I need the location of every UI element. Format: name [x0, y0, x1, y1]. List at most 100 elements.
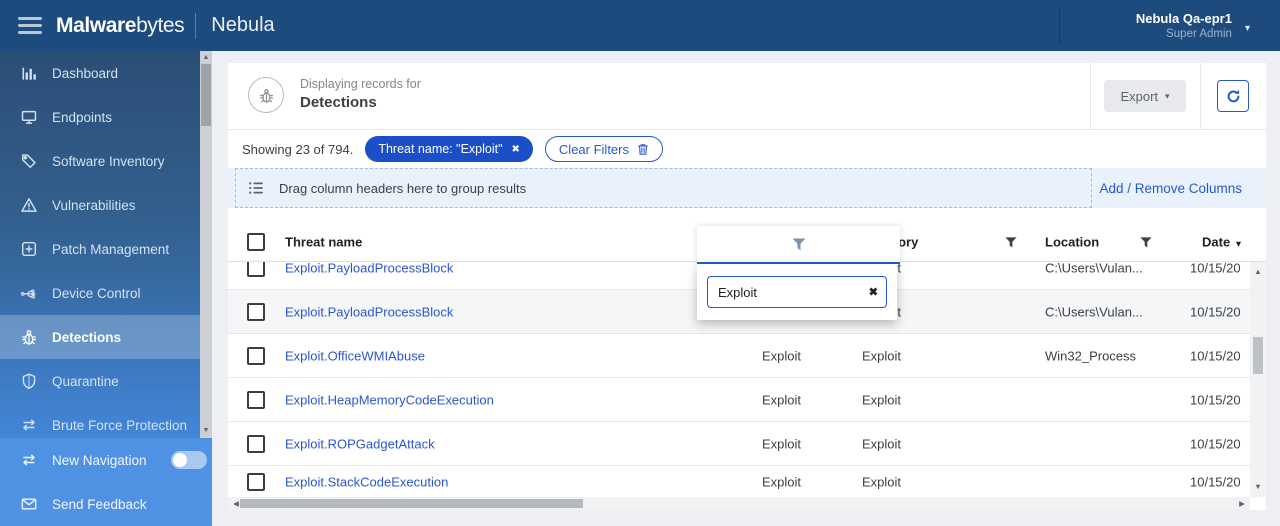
sidebar-item-send-feedback[interactable]: Send Feedback	[0, 482, 212, 526]
user-role: Super Admin	[1166, 27, 1232, 40]
scroll-down-arrow[interactable]: ▼	[1250, 480, 1266, 494]
group-drop-zone[interactable]: Drag column headers here to group result…	[235, 168, 1092, 208]
type-cell: Exploit	[762, 392, 802, 407]
refresh-button[interactable]	[1217, 80, 1249, 112]
sidebar-item-label: Brute Force Protection	[52, 417, 188, 433]
sidebar-nav: Dashboard Endpoints Software Inventory V…	[0, 51, 200, 438]
chevron-down-icon: ▾	[1244, 23, 1250, 34]
sidebar-item-device-control[interactable]: Device Control	[0, 271, 200, 315]
scrollbar-corner	[1250, 497, 1266, 510]
page-subtitle: Displaying records for	[300, 77, 421, 91]
date-cell: 10/15/20	[1190, 262, 1241, 276]
sidebar-item-endpoints[interactable]: Endpoints	[0, 95, 200, 139]
sidebar-item-new-navigation[interactable]: New Navigation	[0, 438, 212, 482]
scroll-down-arrow[interactable]: ▼	[200, 425, 212, 437]
active-filter-header-cell[interactable]	[697, 226, 900, 264]
threat-name-link[interactable]: Exploit.StackCodeExecution	[285, 474, 448, 489]
sidebar-item-label: Send Feedback	[52, 496, 147, 512]
type-cell: Exploit	[762, 348, 802, 363]
scroll-up-arrow[interactable]: ▲	[200, 52, 212, 64]
table-vertical-scrollbar[interactable]: ▲ ▼	[1250, 262, 1266, 497]
add-remove-columns-link[interactable]: Add / Remove Columns	[1099, 168, 1242, 208]
filter-summary-row: Showing 23 of 794. Threat name: "Exploit…	[228, 130, 1266, 168]
swap-arrows-icon	[23, 454, 35, 466]
column-header-date[interactable]: Date ▾	[1202, 234, 1241, 249]
threat-name-link[interactable]: Exploit.HeapMemoryCodeExecution	[285, 392, 494, 407]
user-divider	[1058, 6, 1060, 45]
sidebar-item-patch-management[interactable]: Patch Management	[0, 227, 200, 271]
card-header: Displaying records for Detections Export…	[228, 63, 1266, 130]
row-checkbox[interactable]	[247, 302, 265, 321]
clear-input-icon[interactable]: ✖	[869, 286, 878, 299]
threat-name-link[interactable]: Exploit.PayloadProcessBlock	[285, 304, 453, 319]
category-filter-icon[interactable]	[1005, 237, 1017, 248]
menu-icon[interactable]	[18, 17, 42, 34]
sidebar-item-label: Software Inventory	[52, 153, 165, 169]
threat-name-link[interactable]: Exploit.PayloadProcessBlock	[285, 262, 453, 276]
select-all-checkbox[interactable]	[247, 232, 265, 251]
sidebar-item-label: Endpoints	[52, 109, 113, 125]
scroll-right-arrow[interactable]: ▶	[1235, 497, 1249, 510]
bug-icon	[22, 330, 36, 345]
brand-logo-bold: Malware	[56, 13, 137, 37]
clear-filters-button[interactable]: Clear Filters	[544, 136, 663, 162]
export-button[interactable]: Export ▾	[1104, 80, 1186, 112]
export-label: Export	[1120, 88, 1159, 104]
filter-funnel-icon	[791, 238, 806, 250]
table-horizontal-scrollbar[interactable]: ◀ ▶	[228, 497, 1250, 510]
app-name: Nebula	[211, 14, 275, 36]
location-cell: C:\Users\Vulan...	[1045, 304, 1143, 319]
brand-logo: Malwarebytes	[56, 13, 185, 38]
type-cell: Exploit	[762, 436, 802, 451]
monitor-icon	[21, 110, 37, 124]
row-checkbox[interactable]	[247, 434, 265, 453]
scroll-up-arrow[interactable]: ▲	[1250, 265, 1266, 279]
date-cell: 10/15/20	[1190, 474, 1241, 489]
clear-filters-label: Clear Filters	[558, 141, 629, 157]
location-filter-icon[interactable]	[1140, 237, 1152, 248]
filter-chip-label: Threat name: "Exploit"	[378, 142, 503, 156]
sidebar-item-vulnerabilities[interactable]: Vulnerabilities	[0, 183, 200, 227]
tag-icon	[21, 154, 36, 169]
sidebar-item-software-inventory[interactable]: Software Inventory	[0, 139, 200, 183]
category-cell: Exploit	[862, 392, 902, 407]
sidebar-item-label: Patch Management	[52, 241, 170, 257]
row-checkbox[interactable]	[247, 262, 265, 277]
chevron-down-icon: ▾	[1165, 90, 1170, 101]
category-cell: Exploit	[862, 436, 902, 451]
table-row[interactable]: Exploit.StackCodeExecution Exploit Explo…	[228, 466, 1250, 497]
type-cell: Exploit	[762, 474, 802, 489]
user-menu[interactable]: Nebula Qa-epr1 Super Admin ▾	[1136, 11, 1250, 41]
sidebar-item-label: New Navigation	[52, 452, 147, 468]
sidebar-item-brute-force-protection[interactable]: Brute Force Protection	[0, 403, 200, 438]
row-checkbox[interactable]	[247, 390, 265, 409]
sidebar-item-quarantine[interactable]: Quarantine	[0, 359, 200, 403]
sidebar-item-detections[interactable]: Detections	[0, 315, 200, 359]
sidebar-item-label: Dashboard	[52, 65, 119, 81]
row-checkbox[interactable]	[247, 472, 265, 491]
scrollbar-thumb[interactable]	[240, 499, 583, 508]
category-cell: Exploit	[862, 474, 902, 489]
scrollbar-thumb[interactable]	[201, 64, 211, 126]
new-navigation-toggle[interactable]	[170, 451, 207, 469]
table-row[interactable]: Exploit.HeapMemoryCodeExecution Exploit …	[228, 378, 1250, 422]
brand-logo-light: bytes	[136, 13, 185, 37]
refresh-icon	[1227, 89, 1239, 102]
threat-name-link[interactable]: Exploit.ROPGadgetAttack	[285, 436, 435, 451]
sidebar-scrollbar[interactable]: ▲ ▼	[200, 51, 212, 438]
scrollbar-thumb[interactable]	[1253, 337, 1263, 374]
remove-filter-icon[interactable]: ✖	[512, 144, 520, 155]
bug-icon	[259, 88, 273, 103]
row-checkbox[interactable]	[247, 346, 265, 365]
table-row[interactable]: Exploit.ROPGadgetAttack Exploit Exploit …	[228, 422, 1250, 466]
threat-name-link[interactable]: Exploit.OfficeWMIAbuse	[285, 348, 425, 363]
threat-name-filter-chip[interactable]: Threat name: "Exploit" ✖	[365, 136, 533, 162]
column-header-location[interactable]: Location	[1045, 234, 1099, 249]
column-header-threat-name[interactable]: Threat name	[285, 234, 362, 249]
table-row[interactable]: Exploit.OfficeWMIAbuse Exploit Exploit W…	[228, 334, 1250, 378]
filter-input[interactable]	[707, 276, 887, 308]
sidebar-item-dashboard[interactable]: Dashboard	[0, 51, 200, 95]
user-name: Nebula Qa-epr1	[1135, 10, 1232, 26]
sidebar-item-label: Detections	[52, 329, 122, 345]
date-cell: 10/15/20	[1190, 348, 1241, 363]
